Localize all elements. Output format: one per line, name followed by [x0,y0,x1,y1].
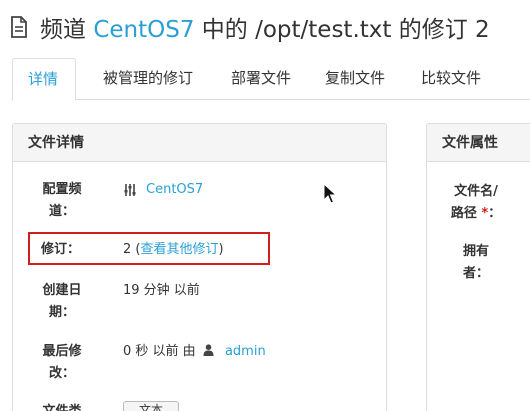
created-date-label: 创建日 期： [42,283,82,320]
file-type-label: 文件类 [31,401,93,411]
tab-compare-files[interactable]: 比较文件 [406,58,496,100]
channel-icon [124,184,136,196]
tab-copy-files[interactable]: 复制文件 [310,58,400,100]
modified-time: 0 秒 以前 由 [123,344,196,359]
page-title-row: 频道 CentOS7 中的 /opt/test.txt 的修订 2 [10,10,490,44]
channel-title-link[interactable]: CentOS7 [93,17,194,43]
tab-deploy-files[interactable]: 部署文件 [216,58,306,100]
file-icon [11,16,27,38]
file-properties-heading: 文件属性 [427,124,530,162]
config-channel-link[interactable]: CentOS7 [146,179,203,201]
tab-details[interactable]: 详情 [12,58,76,101]
owner-label: 拥有 者： [462,244,489,281]
file-details-heading: 文件详情 [13,124,386,162]
mouse-cursor-icon [323,183,337,204]
last-modified-value: 0 秒 以前 由 admin [123,341,266,363]
created-date-value: 19 分钟 以前 [123,283,200,298]
filename-path-label: 文件名/ 路径 *： [450,184,502,221]
revision-value: 2 (查看其他修订) [123,239,224,261]
file-type-select[interactable]: 文本 [123,401,179,411]
revision-close: ) [218,242,224,257]
revision-label: 修订： [41,242,81,257]
user-icon [203,344,214,356]
view-other-revisions-link[interactable]: 查看其他修订 [140,242,218,257]
last-modified-label: 最后修 改： [42,344,82,381]
title-prefix: 频道 [40,17,86,43]
config-channel-label: 配置频 道： [42,182,82,219]
modified-user-link[interactable]: admin [225,344,266,359]
tab-managed-revisions[interactable]: 被管理的修订 [88,58,208,100]
tab-bar: 详情 被管理的修订 部署文件 复制文件 比较文件 [12,58,530,101]
title-suffix: 中的 /opt/test.txt 的修订 2 [201,17,490,43]
revision-number: 2 ( [123,242,141,257]
page-title: 频道 CentOS7 中的 /opt/test.txt 的修订 2 [40,10,490,44]
